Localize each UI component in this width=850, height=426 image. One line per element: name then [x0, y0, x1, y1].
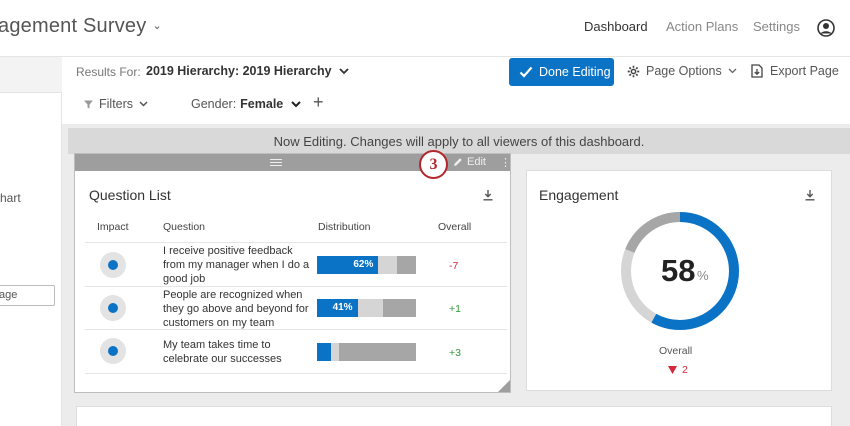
left-sidebar — [0, 57, 62, 426]
distribution-negative-segment — [397, 256, 416, 274]
drag-grip-icon — [270, 159, 282, 166]
overall-change: +3 — [449, 347, 461, 359]
question-list-title: Question List — [89, 187, 171, 203]
engagement-overall-label: Overall — [659, 345, 693, 357]
column-header-distribution: Distribution — [318, 221, 371, 233]
export-file-icon — [751, 64, 763, 78]
page-options-label: Page Options — [646, 64, 722, 78]
hierarchy-value: 2019 Hierarchy: 2019 Hierarchy — [146, 64, 332, 78]
top-header: agement Survey ⌄ Dashboard Action Plans S… — [0, 0, 850, 57]
distribution-positive-segment — [317, 343, 331, 361]
sidebar-page-input[interactable]: age — [0, 285, 55, 306]
distribution-negative-segment — [338, 343, 416, 361]
distribution-positive-segment: 41% — [317, 299, 358, 317]
download-icon[interactable] — [482, 189, 494, 201]
chevron-down-icon — [291, 100, 301, 107]
export-page-label: Export Page — [770, 64, 839, 78]
row-divider — [85, 286, 507, 287]
sidebar-chart-label[interactable]: hart — [0, 191, 21, 205]
impact-indicator — [100, 252, 126, 278]
distribution-bar — [317, 343, 416, 361]
chevron-down-icon — [728, 68, 737, 74]
download-icon[interactable] — [804, 189, 816, 201]
filters-label: Filters — [99, 97, 134, 111]
filter-icon — [84, 100, 93, 108]
filters-dropdown[interactable]: Filters — [84, 97, 148, 111]
add-filter-button[interactable]: + — [313, 92, 324, 113]
row-divider — [85, 242, 507, 243]
column-header-impact: Impact — [97, 221, 129, 233]
done-editing-button[interactable]: Done Editing — [509, 58, 614, 86]
distribution-bar: 41% — [317, 299, 416, 317]
question-text: People are recognized when they go above… — [163, 289, 309, 329]
distribution-neutral-segment — [357, 299, 384, 317]
column-header-overall: Overall — [438, 221, 472, 233]
widget-resize-handle[interactable] — [498, 380, 510, 392]
widget-edit-label: Edit — [467, 156, 486, 168]
distribution-neutral-segment — [330, 343, 339, 361]
bottom-widget[interactable] — [76, 406, 832, 426]
gender-filter-label: Gender: — [191, 97, 237, 111]
gear-icon — [627, 65, 640, 77]
user-account-icon[interactable] — [817, 19, 835, 37]
survey-title: agement Survey — [0, 15, 147, 37]
engagement-score-unit: % — [697, 268, 709, 283]
row-divider — [85, 373, 507, 374]
kebab-menu-icon[interactable]: ⋮ — [500, 156, 511, 169]
step-number-badge: 3 — [419, 150, 448, 179]
overall-change: -7 — [449, 260, 459, 272]
nav-action-plans[interactable]: Action Plans — [666, 19, 738, 34]
nav-dashboard[interactable]: Dashboard — [584, 19, 648, 34]
impact-indicator — [100, 295, 126, 321]
checkmark-icon — [519, 66, 533, 78]
distribution-neutral-segment — [378, 256, 398, 274]
question-text: My team takes time to celebrate our succ… — [163, 339, 282, 365]
engagement-change-value: 2 — [682, 364, 688, 376]
engagement-title: Engagement — [539, 187, 619, 203]
question-text: I receive positive feedback from my mana… — [163, 245, 310, 285]
survey-title-dropdown[interactable]: agement Survey ⌄ — [0, 15, 162, 38]
pencil-icon — [454, 158, 462, 166]
distribution-positive-segment: 62% — [317, 256, 379, 274]
gender-filter-value: Female — [240, 97, 284, 111]
export-page-button[interactable]: Export Page — [751, 64, 839, 78]
sidebar-selected-item[interactable] — [0, 57, 62, 93]
column-header-question: Question — [163, 221, 206, 233]
overall-change: +1 — [449, 303, 461, 315]
engagement-score: 58 — [661, 253, 696, 288]
hierarchy-dropdown[interactable]: 2019 Hierarchy: 2019 Hierarchy — [146, 64, 349, 78]
chevron-down-icon: ⌄ — [152, 20, 162, 32]
results-for-label: Results For: — [76, 65, 141, 79]
gender-filter-dropdown[interactable]: Gender: Female — [191, 97, 301, 111]
chevron-down-icon — [139, 101, 148, 107]
nav-settings[interactable]: Settings — [753, 19, 800, 34]
editing-banner: Now Editing. Changes will apply to all v… — [68, 128, 850, 154]
engagement-change: 2 — [668, 364, 688, 376]
triangle-down-icon — [668, 366, 677, 374]
distribution-negative-segment — [383, 299, 416, 317]
widget-edit-button[interactable]: Edit — [453, 156, 486, 168]
distribution-bar: 62% — [317, 256, 416, 274]
impact-indicator — [100, 338, 126, 364]
page-options-dropdown[interactable]: Page Options — [627, 64, 737, 78]
chevron-down-icon — [339, 68, 349, 75]
done-editing-label: Done Editing — [539, 65, 611, 79]
